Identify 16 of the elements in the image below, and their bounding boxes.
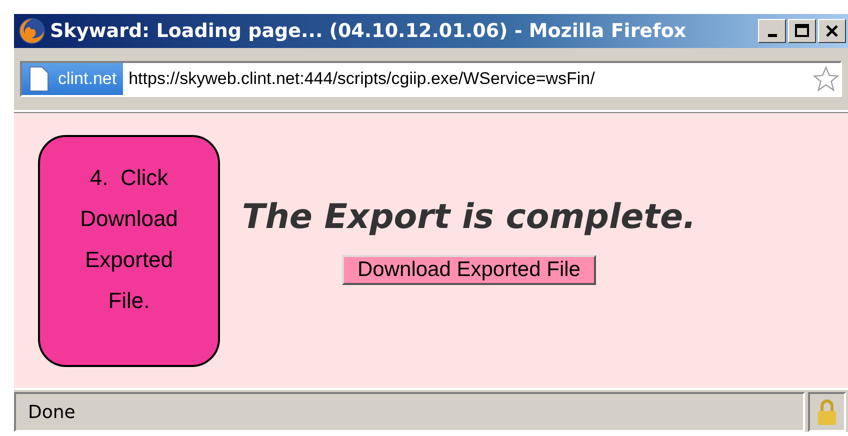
download-button[interactable]: Download Exported File	[342, 254, 596, 284]
address-field[interactable]: clint.net https://skyweb.clint.net:444/scripts/cgiip.exe/WService=wsFin/	[20, 61, 842, 97]
firefox-icon	[18, 17, 46, 45]
maximize-button[interactable]	[788, 19, 816, 43]
page-icon	[28, 66, 50, 92]
callout-note: 4. Click Download Exported File.	[38, 134, 220, 366]
url-text: https://skyweb.clint.net:444/scripts/cgiip.exe/WService=wsFin/	[128, 69, 596, 89]
close-button[interactable]	[818, 19, 846, 43]
status-text: Done	[14, 392, 805, 432]
export-heading: The Export is complete.	[242, 196, 696, 236]
maximize-icon	[794, 23, 810, 39]
window-title: Skyward: Loading page... (04.10.12.01.06) - Mozilla Firefox	[50, 20, 688, 42]
minimize-icon	[768, 34, 776, 36]
minimize-button[interactable]	[758, 19, 786, 43]
star-icon[interactable]	[812, 65, 840, 93]
close-icon	[825, 24, 839, 38]
